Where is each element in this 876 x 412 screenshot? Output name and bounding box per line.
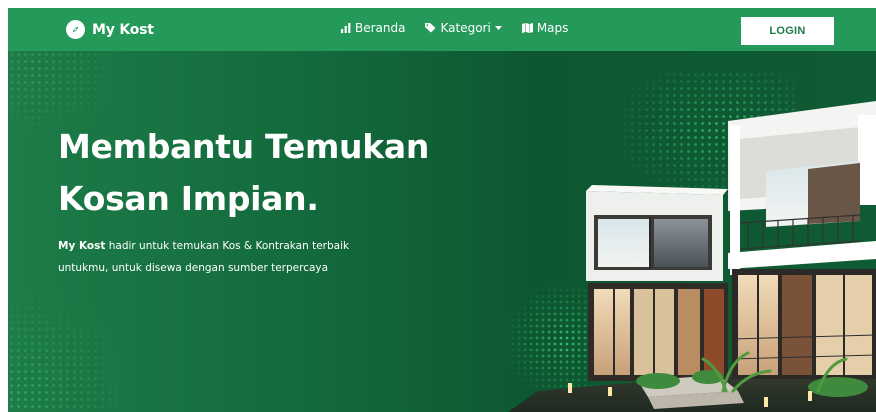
nav-maps[interactable]: Maps xyxy=(521,21,569,35)
hero-section: Membantu Temukan Kosan Impian. My Kost h… xyxy=(8,51,876,412)
navbar: My Kost Beranda Kategori Maps LOGIN xyxy=(8,8,876,51)
hero-subtitle: My Kost hadir untuk temukan Kos & Kontra… xyxy=(58,235,418,279)
nav-kategori-label: Kategori xyxy=(440,21,491,35)
house-illustration xyxy=(508,101,876,412)
compass-icon xyxy=(66,20,85,39)
nav-maps-label: Maps xyxy=(536,21,569,35)
brand-name: My Kost xyxy=(92,21,154,38)
hero-headline-line2: Kosan Impian. xyxy=(58,179,319,218)
hero-headline: Membantu Temukan Kosan Impian. xyxy=(58,121,478,225)
brand-logo[interactable]: My Kost xyxy=(66,20,154,39)
dot-pattern-bottom-left xyxy=(8,291,138,412)
login-button[interactable]: LOGIN xyxy=(741,17,834,45)
nav-links: Beranda Kategori Maps xyxy=(341,21,568,35)
map-icon xyxy=(521,23,533,33)
hero-subtitle-line2: untukmu, untuk disewa dengan sumber terp… xyxy=(58,262,329,274)
hero-subtitle-brand: My Kost xyxy=(58,240,106,252)
nav-beranda[interactable]: Beranda xyxy=(341,21,405,35)
hero-subtitle-rest: hadir untuk temukan Kos & Kontrakan terb… xyxy=(105,240,350,252)
nav-beranda-label: Beranda xyxy=(355,21,406,35)
hero-headline-line1: Membantu Temukan xyxy=(58,127,430,166)
caret-down-icon xyxy=(494,25,502,31)
nav-kategori[interactable]: Kategori xyxy=(425,21,502,35)
page-frame: My Kost Beranda Kategori Maps LOGIN Memb… xyxy=(8,8,876,412)
bar-chart-icon xyxy=(341,23,351,33)
tag-icon xyxy=(425,23,436,33)
